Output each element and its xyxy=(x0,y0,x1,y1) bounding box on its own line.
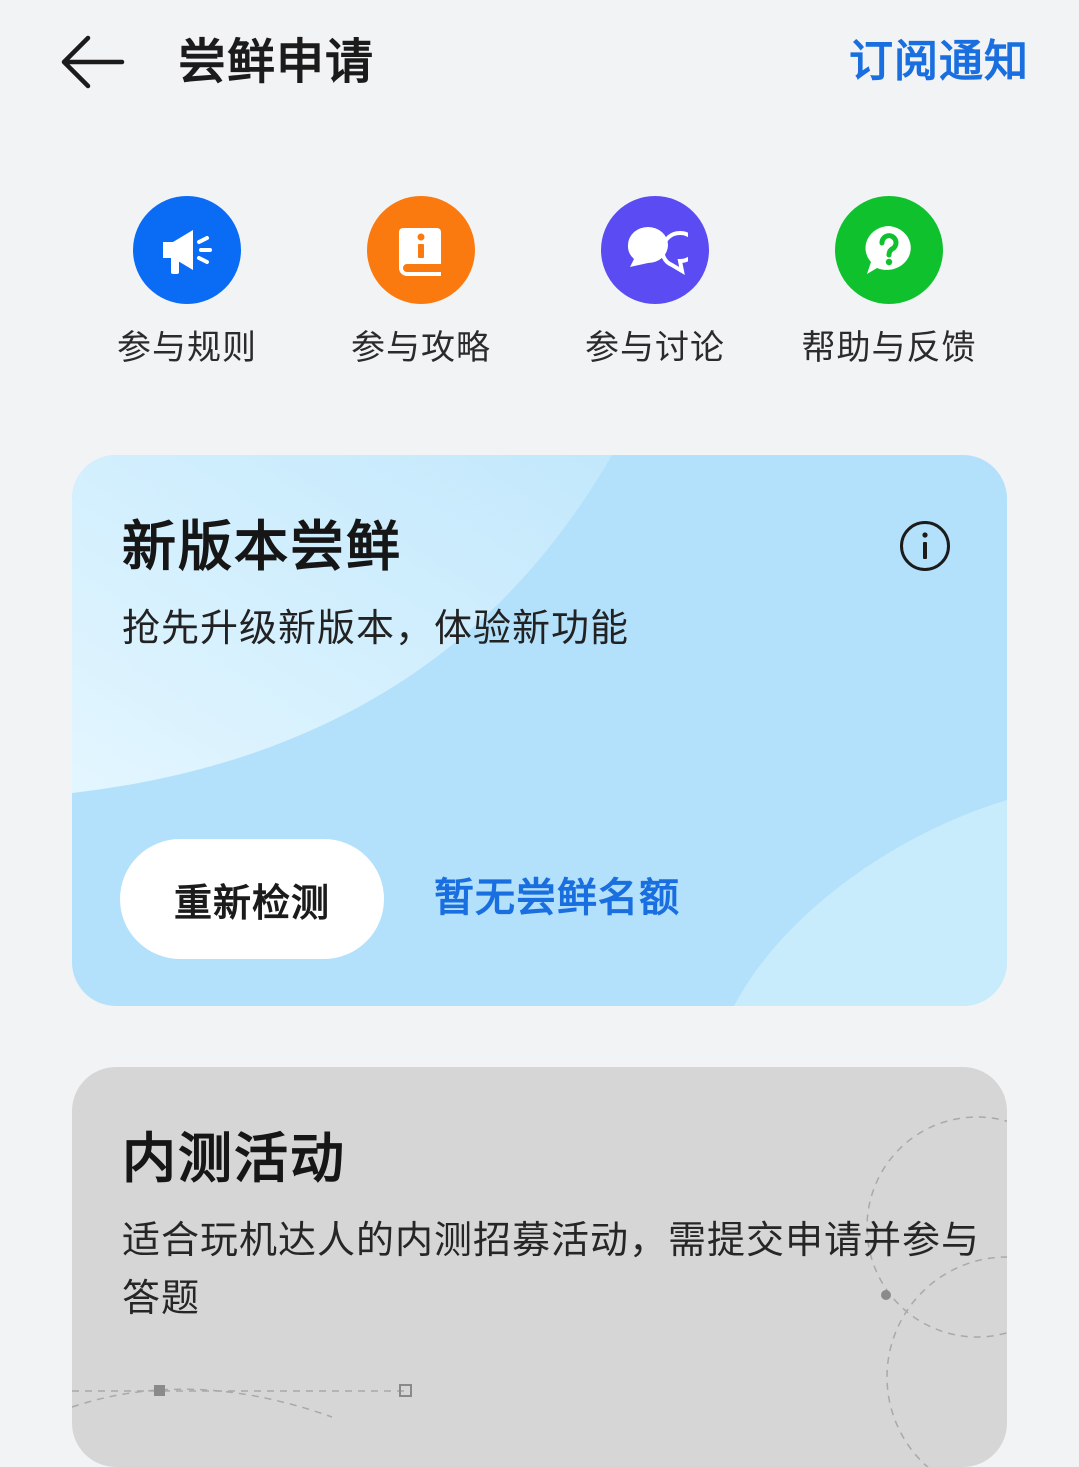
quota-status: 暂无尝鲜名额 xyxy=(434,875,680,921)
arrow-left-icon xyxy=(61,35,125,89)
recheck-button[interactable]: 重新检测 xyxy=(120,839,384,959)
beta-activity-card[interactable]: 内测活动 适合玩机达人的内测招募活动，需提交申请并参与答题 xyxy=(72,1067,1007,1467)
chat-bubbles-icon xyxy=(601,196,709,304)
help-bubble-icon xyxy=(835,196,943,304)
quick-entry-discussion[interactable]: 参与讨论 xyxy=(538,196,772,372)
subscribe-notification-link[interactable]: 订阅通知 xyxy=(849,30,1029,94)
card-title: 内测活动 xyxy=(122,1127,346,1190)
card-description: 适合玩机达人的内测招募活动，需提交申请并参与答题 xyxy=(122,1218,981,1320)
page-title: 尝鲜申请 xyxy=(178,34,375,90)
quick-entry-label: 参与讨论 xyxy=(585,328,725,368)
quick-entry-label: 帮助与反馈 xyxy=(801,328,977,368)
card-description: 抢先升级新版本，体验新功能 xyxy=(122,606,630,650)
top-bar: 尝鲜申请 订阅通知 xyxy=(0,0,1079,125)
quick-entry-label: 参与规则 xyxy=(117,328,257,368)
back-button[interactable] xyxy=(56,30,128,94)
quick-entry-rules[interactable]: 参与规则 xyxy=(70,196,304,372)
megaphone-icon xyxy=(133,196,241,304)
quick-entry-row: 参与规则 参与攻略 参与讨论 帮助与反馈 xyxy=(70,196,1010,376)
book-info-icon xyxy=(367,196,475,304)
info-icon xyxy=(900,521,950,571)
card-title: 新版本尝鲜 xyxy=(122,515,402,578)
quick-entry-help[interactable]: 帮助与反馈 xyxy=(772,196,1006,372)
quick-entry-label: 参与攻略 xyxy=(351,328,491,368)
quick-entry-guide[interactable]: 参与攻略 xyxy=(304,196,538,372)
new-version-trial-card: 新版本尝鲜 抢先升级新版本，体验新功能 重新检测 暂无尝鲜名额 xyxy=(72,455,1007,1006)
info-button[interactable] xyxy=(899,520,951,572)
